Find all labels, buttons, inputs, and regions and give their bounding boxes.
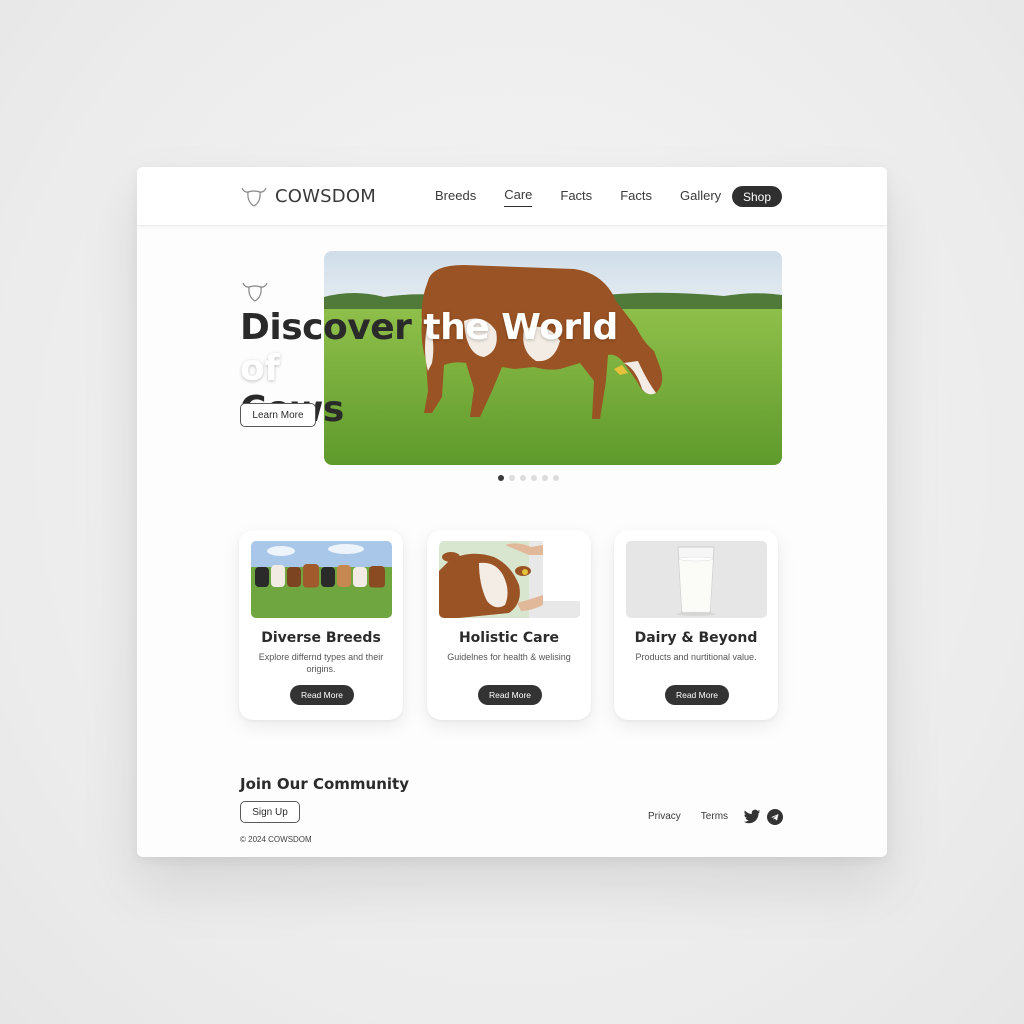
copyright: © 2024 COWSDOM — [240, 835, 312, 844]
community-heading: Join Our Community — [240, 775, 409, 793]
carousel-dot-1[interactable] — [498, 475, 504, 481]
site-header: COWSDOM Breeds Care Facts Facts Gallery … — [137, 167, 887, 226]
sign-up-button[interactable]: Sign Up — [240, 801, 300, 823]
read-more-button[interactable]: Read More — [290, 685, 354, 705]
carousel-dot-5[interactable] — [542, 475, 548, 481]
terms-link[interactable]: Terms — [701, 811, 728, 822]
card-title: Dairy & Beyond — [634, 630, 758, 646]
nav-item-facts-2[interactable]: Facts — [620, 188, 652, 207]
hero-title-part1: Discover — [240, 307, 424, 348]
social-icons — [743, 809, 783, 825]
nav-item-breeds[interactable]: Breeds — [435, 188, 476, 207]
carousel-dot-2[interactable] — [509, 475, 515, 481]
nav-item-gallery[interactable]: Gallery — [680, 188, 721, 207]
main-nav: Breeds Care Facts Facts Gallery — [435, 187, 749, 207]
nav-item-facts[interactable]: Facts — [560, 188, 592, 207]
learn-more-button[interactable]: Learn More — [240, 403, 316, 427]
read-more-button[interactable]: Read More — [665, 685, 729, 705]
card-holistic-care: Holistic Care Guidelnes for health & wel… — [427, 530, 591, 720]
carousel-dot-6[interactable] — [553, 475, 559, 481]
carousel-dots — [498, 475, 559, 481]
cow-head-icon — [241, 187, 267, 207]
twitter-icon[interactable] — [743, 809, 761, 825]
browser-window: COWSDOM Breeds Care Facts Facts Gallery … — [137, 167, 887, 857]
card-description: Explore differnd types and their origins… — [258, 652, 384, 674]
privacy-link[interactable]: Privacy — [648, 811, 681, 822]
read-more-button[interactable]: Read More — [478, 685, 542, 705]
footer-links: Privacy Terms — [648, 811, 748, 822]
shop-button[interactable]: Shop — [732, 186, 782, 207]
card-description: Products and nurtitional value. — [635, 652, 757, 662]
cow-care-image — [439, 541, 580, 618]
card-title: Holistic Care — [458, 630, 560, 646]
telegram-icon[interactable] — [767, 809, 783, 825]
cow-head-icon — [242, 282, 268, 302]
herd-of-cows-image — [251, 541, 392, 618]
carousel-dot-4[interactable] — [531, 475, 537, 481]
logo[interactable]: COWSDOM — [239, 184, 376, 208]
brand-name: COWSDOM — [275, 185, 376, 207]
carousel-dot-3[interactable] — [520, 475, 526, 481]
card-title: Diverse Breeds — [261, 630, 381, 646]
card-diverse-breeds: Diverse Breeds Explore differnd types an… — [239, 530, 403, 720]
nav-item-care[interactable]: Care — [504, 187, 533, 207]
glass-of-milk-image — [626, 541, 767, 618]
card-dairy-beyond: Dairy & Beyond Products and nurtitional … — [614, 530, 778, 720]
card-description: Guidelnes for health & welising — [447, 652, 571, 662]
